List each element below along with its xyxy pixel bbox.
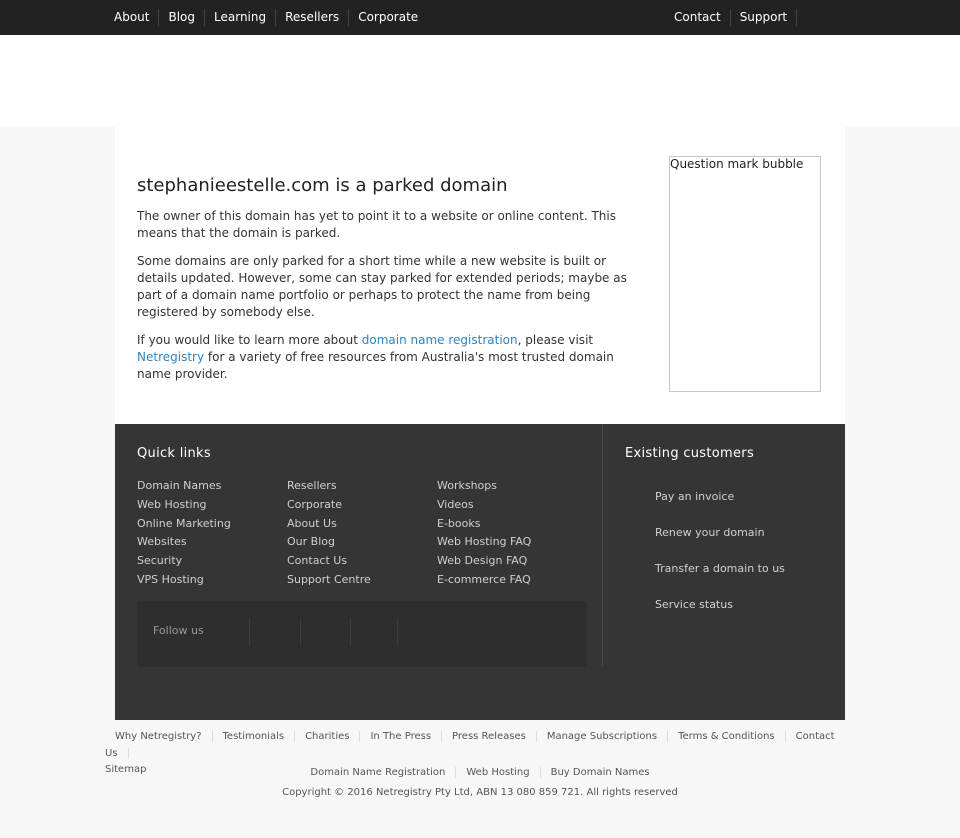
footer-link[interactable]: Web Hosting FAQ bbox=[437, 533, 587, 552]
footer-link[interactable]: E-commerce FAQ bbox=[437, 571, 587, 590]
footer: Quick links Domain Names Web Hosting Onl… bbox=[115, 424, 845, 720]
top-bar: About Blog Learning Resellers Corporate … bbox=[0, 0, 960, 35]
top-nav-right: Contact Support bbox=[665, 0, 798, 35]
bottom-link[interactable]: Manage Subscriptions bbox=[536, 731, 669, 742]
parked-message: stephanieestelle.com is a parked domain … bbox=[137, 174, 649, 394]
social-divider bbox=[249, 618, 250, 646]
nav-about[interactable]: About bbox=[105, 9, 160, 26]
footer-link[interactable]: Contact Us bbox=[287, 552, 437, 571]
header-band bbox=[0, 35, 960, 127]
netregistry-link[interactable]: Netregistry bbox=[137, 350, 204, 364]
paragraph-3: If you would like to learn more about do… bbox=[137, 332, 649, 383]
paragraph-2: Some domains are only parked for a short… bbox=[137, 254, 627, 319]
nav-corporate[interactable]: Corporate bbox=[349, 9, 427, 26]
footer-link[interactable]: Online Marketing bbox=[137, 515, 287, 534]
seo-links: Domain Name Registration Web Hosting Buy D… bbox=[0, 767, 960, 778]
quick-links: Domain Names Web Hosting Online Marketin… bbox=[137, 477, 587, 590]
nav-blog[interactable]: Blog bbox=[159, 9, 206, 26]
transfer-domain-link[interactable]: Transfer a domain to us bbox=[655, 551, 835, 587]
renew-domain-link[interactable]: Renew your domain bbox=[655, 515, 835, 551]
existing-customers-links: Pay an invoice Renew your domain Transfe… bbox=[625, 479, 835, 623]
paragraph-3-text-end: for a variety of free resources from Aus… bbox=[137, 350, 614, 381]
footer-link[interactable]: Web Hosting bbox=[137, 496, 287, 515]
social-divider bbox=[397, 618, 398, 646]
quick-links-col-2: Resellers Corporate About Us Our Blog Co… bbox=[287, 477, 437, 590]
seo-link[interactable]: Buy Domain Names bbox=[541, 767, 660, 778]
quick-links-col-1: Domain Names Web Hosting Online Marketin… bbox=[137, 477, 287, 590]
seo-link[interactable]: Domain Name Registration bbox=[300, 767, 457, 778]
quick-links-heading-wrap: Quick links bbox=[137, 446, 211, 461]
footer-link[interactable]: Corporate bbox=[287, 496, 437, 515]
question-mark-bubble-image: Question mark bubble bbox=[669, 156, 821, 392]
bottom-link[interactable]: Press Releases bbox=[442, 731, 537, 742]
footer-link[interactable]: E-books bbox=[437, 515, 587, 534]
footer-link[interactable]: Domain Names bbox=[137, 477, 287, 496]
follow-us-label: Follow us bbox=[153, 624, 204, 637]
paragraph-3-text-mid: , please visit bbox=[517, 333, 594, 347]
paragraph-3-text: If you would like to learn more about bbox=[137, 333, 362, 347]
footer-link[interactable]: Our Blog bbox=[287, 533, 437, 552]
social-divider bbox=[300, 618, 301, 646]
domain-registration-link[interactable]: domain name registration bbox=[362, 333, 518, 347]
footer-link[interactable]: VPS Hosting bbox=[137, 571, 287, 590]
top-nav-left: About Blog Learning Resellers Corporate bbox=[105, 0, 427, 35]
bottom-link[interactable]: Terms & Conditions bbox=[668, 731, 786, 742]
bottom-link[interactable]: Why Netregistry? bbox=[105, 731, 213, 742]
main-content: stephanieestelle.com is a parked domain … bbox=[115, 127, 845, 424]
image-alt-text: Question mark bubble bbox=[670, 157, 804, 171]
seo-link[interactable]: Web Hosting bbox=[456, 767, 541, 778]
footer-divider bbox=[602, 424, 603, 666]
page-title: stephanieestelle.com is a parked domain bbox=[137, 175, 508, 196]
quick-links-heading: Quick links bbox=[137, 446, 211, 461]
quick-links-col-3: Workshops Videos E-books Web Hosting FAQ… bbox=[437, 477, 587, 590]
footer-link[interactable]: About Us bbox=[287, 515, 437, 534]
copyright: Copyright © 2016 Netregistry Pty Ltd, AB… bbox=[282, 787, 678, 798]
footer-link[interactable]: Websites bbox=[137, 533, 287, 552]
nav-learning[interactable]: Learning bbox=[205, 9, 277, 26]
existing-customers-heading: Existing customers bbox=[625, 446, 755, 461]
footer-link[interactable]: Workshops bbox=[437, 477, 587, 496]
social-divider bbox=[350, 618, 351, 646]
paragraph-1: The owner of this domain has yet to poin… bbox=[137, 209, 616, 240]
pay-invoice-link[interactable]: Pay an invoice bbox=[655, 479, 835, 515]
footer-link[interactable]: Resellers bbox=[287, 477, 437, 496]
bottom-link[interactable]: Testimonials bbox=[212, 731, 296, 742]
existing-customers: Existing customers Pay an invoice Renew … bbox=[625, 446, 835, 623]
bottom-link[interactable]: In The Press bbox=[360, 731, 443, 742]
nav-resellers[interactable]: Resellers bbox=[276, 9, 350, 26]
follow-us-box: Follow us bbox=[137, 601, 587, 667]
nav-contact[interactable]: Contact bbox=[665, 9, 731, 26]
bottom-link[interactable]: Charities bbox=[295, 731, 361, 742]
nav-support[interactable]: Support bbox=[731, 9, 798, 26]
footer-link[interactable]: Videos bbox=[437, 496, 587, 515]
service-status-link[interactable]: Service status bbox=[655, 587, 835, 623]
footer-link[interactable]: Web Design FAQ bbox=[437, 552, 587, 571]
footer-link[interactable]: Support Centre bbox=[287, 571, 437, 590]
footer-link[interactable]: Security bbox=[137, 552, 287, 571]
